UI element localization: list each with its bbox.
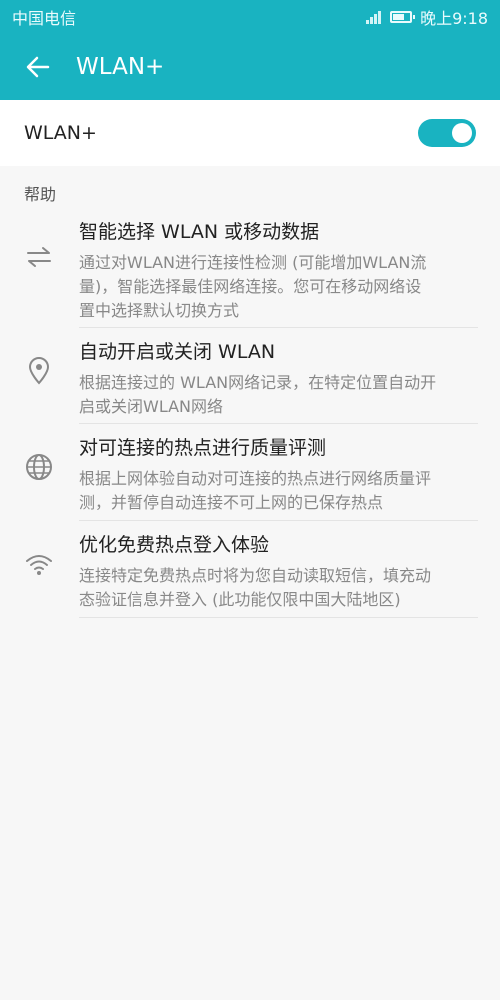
help-item-text: 对可连接的热点进行质量评测 根据上网体验自动对可连接的热点进行网络质量评 测，并… xyxy=(79,435,479,515)
title-bar: WLAN+ xyxy=(0,34,500,100)
back-button[interactable] xyxy=(0,34,76,100)
help-item-desc: 根据上网体验自动对可连接的热点进行网络质量评 测，并暂停自动连接不可上网的已保存… xyxy=(79,467,479,515)
desc-line: 启或关闭WLAN网络 xyxy=(79,395,479,419)
clock: 晚上9:18 xyxy=(420,5,488,29)
divider xyxy=(79,423,478,424)
swap-arrows-icon xyxy=(22,240,56,274)
desc-line: 根据上网体验自动对可连接的热点进行网络质量评 xyxy=(79,467,479,491)
wifi-icon xyxy=(22,547,56,581)
help-item-text: 优化免费热点登入体验 连接特定免费热点时将为您自动读取短信，填充动 态验证信息并… xyxy=(79,532,479,612)
switch-knob xyxy=(452,123,472,143)
help-item-text: 自动开启或关闭 WLAN 根据连接过的 WLAN网络记录，在特定位置自动开 启或… xyxy=(79,339,479,419)
section-header-help: 帮助 xyxy=(24,181,56,205)
carrier-label: 中国电信 xyxy=(12,5,76,29)
globe-icon xyxy=(22,450,56,484)
desc-line: 连接特定免费热点时将为您自动读取短信，填充动 xyxy=(79,564,479,588)
help-item-desc: 连接特定免费热点时将为您自动读取短信，填充动 态验证信息并登入 (此功能仅限中国… xyxy=(79,564,479,612)
desc-line: 置中选择默认切换方式 xyxy=(79,299,479,323)
help-item-desc: 通过对WLAN进行连接性检测 (可能增加WLAN流 量)，智能选择最佳网络连接。… xyxy=(79,251,479,323)
wlan-plus-switch[interactable] xyxy=(418,119,476,147)
help-item-title: 对可连接的热点进行质量评测 xyxy=(79,435,479,461)
battery-icon xyxy=(390,11,412,23)
divider xyxy=(79,617,478,618)
cellular-signal-icon xyxy=(358,9,382,25)
desc-line: 通过对WLAN进行连接性检测 (可能增加WLAN流 xyxy=(79,251,479,275)
help-item-title: 自动开启或关闭 WLAN xyxy=(79,339,479,365)
desc-line: 根据连接过的 WLAN网络记录，在特定位置自动开 xyxy=(79,371,479,395)
divider xyxy=(79,327,478,328)
status-indicators: 晚上9:18 xyxy=(358,5,488,29)
help-item-title: 优化免费热点登入体验 xyxy=(79,532,479,558)
desc-line: 测，并暂停自动连接不可上网的已保存热点 xyxy=(79,491,479,515)
back-arrow-icon xyxy=(24,53,52,81)
desc-line: 态验证信息并登入 (此功能仅限中国大陆地区) xyxy=(79,588,479,612)
page-title: WLAN+ xyxy=(76,54,164,80)
help-item-desc: 根据连接过的 WLAN网络记录，在特定位置自动开 启或关闭WLAN网络 xyxy=(79,371,479,419)
help-item-title: 智能选择 WLAN 或移动数据 xyxy=(79,219,479,245)
wlan-plus-label: WLAN+ xyxy=(24,122,97,144)
help-item-text: 智能选择 WLAN 或移动数据 通过对WLAN进行连接性检测 (可能增加WLAN… xyxy=(79,219,479,323)
desc-line: 量)，智能选择最佳网络连接。您可在移动网络设 xyxy=(79,275,479,299)
status-bar: 中国电信 晚上9:18 xyxy=(0,0,500,34)
location-pin-icon xyxy=(22,354,56,388)
divider xyxy=(79,520,478,521)
wlan-plus-toggle-row[interactable]: WLAN+ xyxy=(0,100,500,166)
